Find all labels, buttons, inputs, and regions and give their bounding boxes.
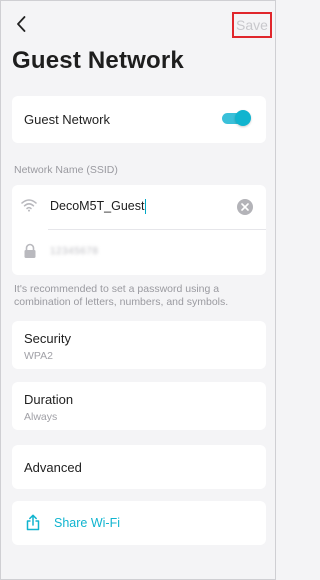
page-title: Guest Network bbox=[12, 47, 184, 74]
share-icon bbox=[26, 514, 40, 531]
advanced-label: Advanced bbox=[24, 460, 82, 475]
save-button[interactable]: Save bbox=[232, 12, 272, 38]
back-button[interactable] bbox=[11, 13, 31, 35]
security-setting[interactable]: Security WPA2 bbox=[12, 321, 266, 369]
ssid-value: DecoM5T_Guest bbox=[50, 199, 145, 213]
ssid-input[interactable]: DecoM5T_Guest bbox=[50, 197, 147, 215]
password-input[interactable]: 12345678 bbox=[50, 244, 110, 258]
wifi-icon bbox=[21, 199, 37, 212]
ssid-section-label: Network Name (SSID) bbox=[14, 164, 118, 176]
guest-network-label: Guest Network bbox=[24, 112, 110, 127]
share-wifi-label: Share Wi-Fi bbox=[54, 516, 120, 530]
text-caret bbox=[145, 198, 147, 214]
clear-icon bbox=[241, 203, 249, 211]
screen: Save Guest Network Guest Network Network… bbox=[0, 0, 276, 580]
duration-value: Always bbox=[24, 411, 58, 423]
clear-ssid-button[interactable] bbox=[237, 199, 253, 215]
password-hint: It's recommended to set a password using… bbox=[14, 283, 229, 308]
save-button-label: Save bbox=[236, 17, 268, 33]
back-arrow-icon bbox=[17, 16, 26, 32]
guest-network-toggle[interactable] bbox=[222, 110, 251, 126]
ssid-card: DecoM5T_Guest 12345678 bbox=[12, 185, 266, 275]
row-divider bbox=[48, 229, 266, 230]
guest-network-card: Guest Network bbox=[12, 96, 266, 143]
duration-title: Duration bbox=[24, 392, 74, 407]
share-wifi-button[interactable]: Share Wi-Fi bbox=[12, 501, 266, 545]
security-value: WPA2 bbox=[24, 350, 53, 362]
toggle-knob bbox=[235, 110, 251, 126]
password-value: 12345678 bbox=[50, 245, 99, 257]
duration-setting[interactable]: Duration Always bbox=[12, 382, 266, 430]
lock-icon bbox=[24, 243, 36, 258]
security-title: Security bbox=[24, 331, 71, 346]
advanced-setting[interactable]: Advanced bbox=[12, 445, 266, 489]
